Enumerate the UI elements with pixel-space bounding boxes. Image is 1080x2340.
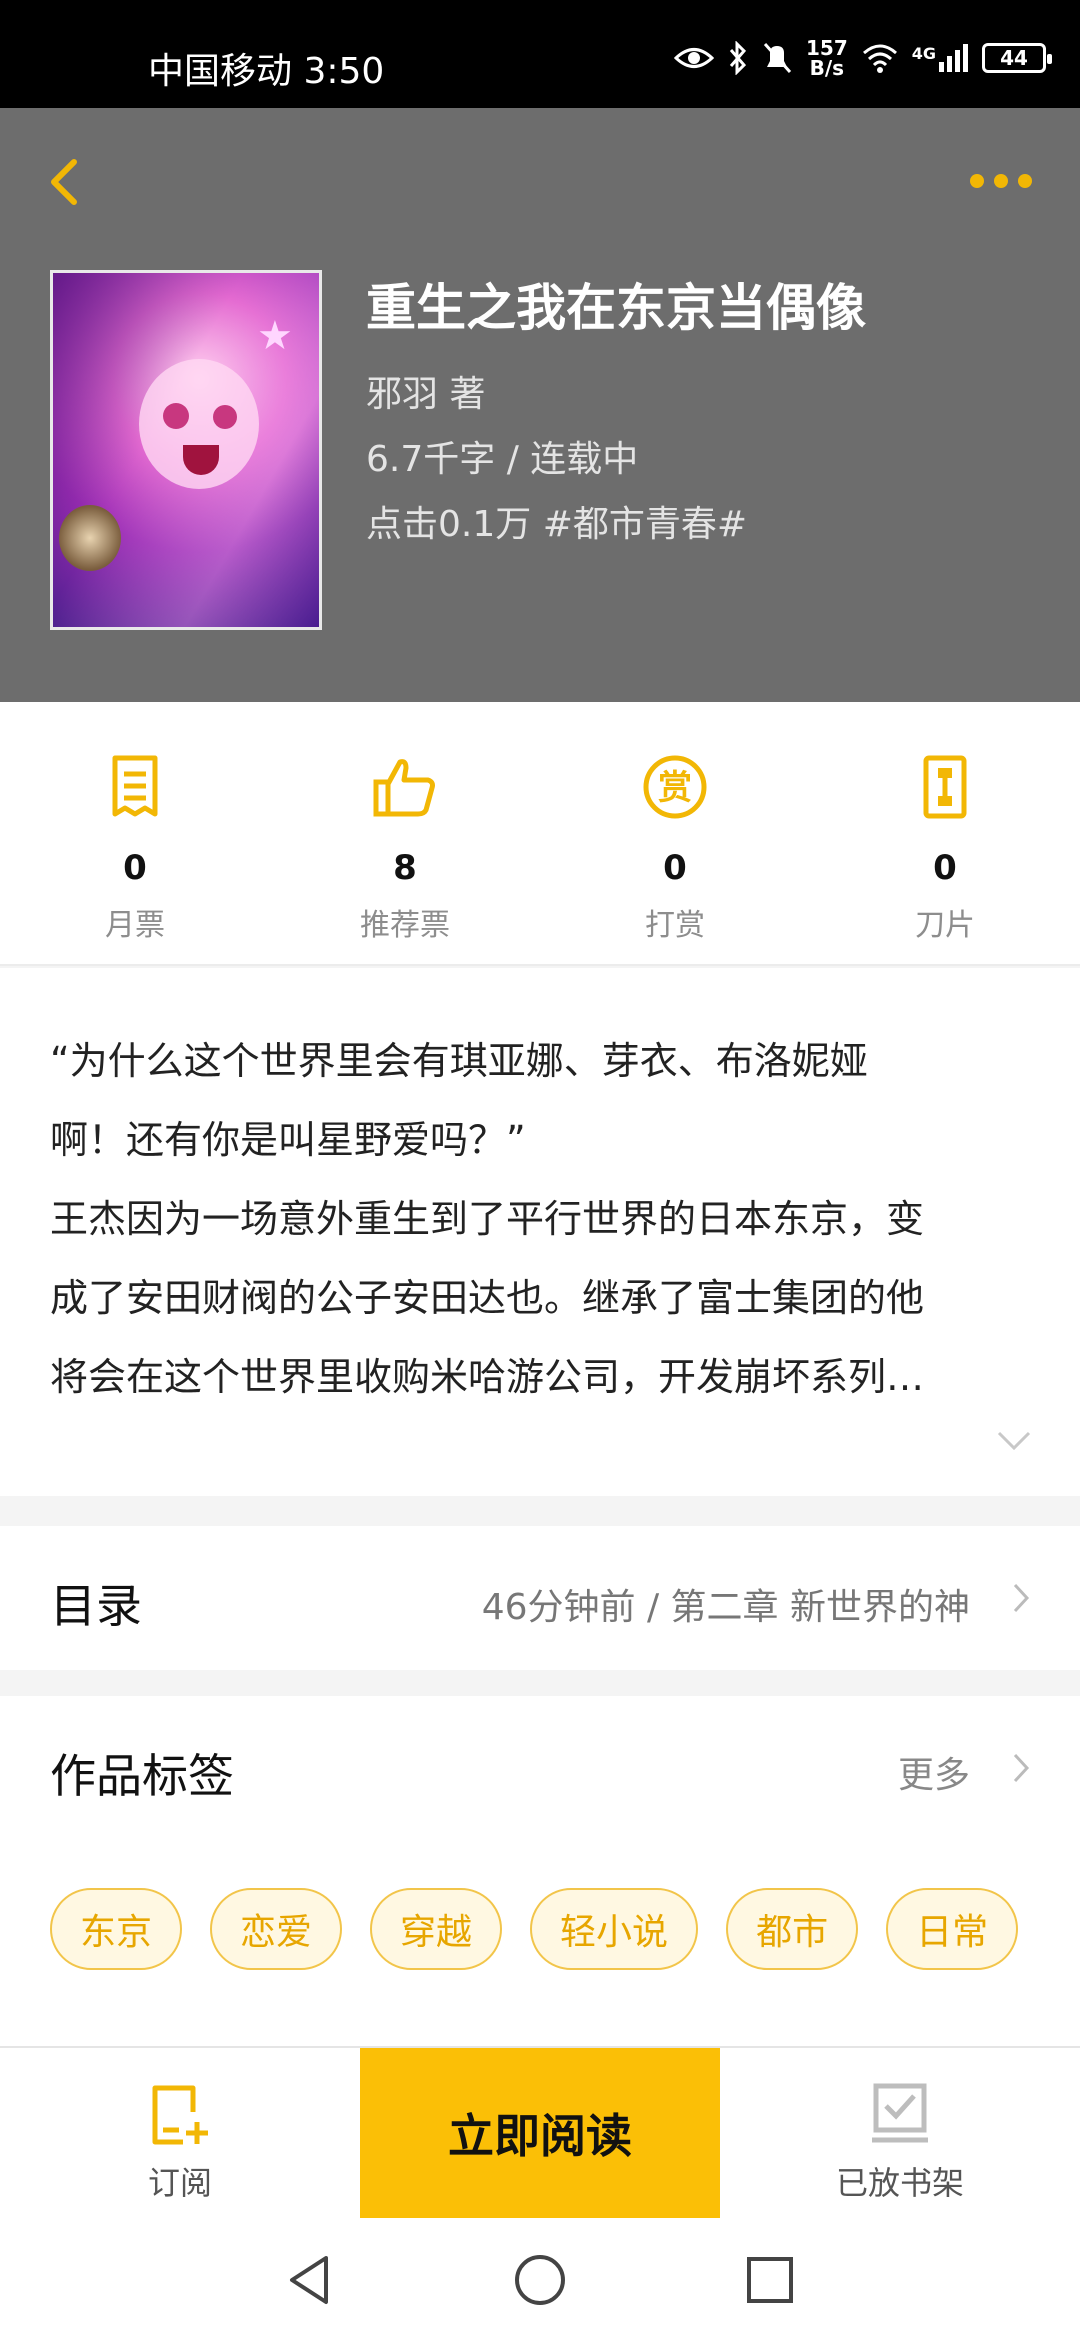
subscribe-button[interactable]: 订阅 bbox=[90, 2048, 270, 2222]
synopsis-line: 成了安田财阀的公子安田达也。继承了富士集团的他 bbox=[50, 1276, 925, 1320]
stat-blade[interactable]: 0 刀片 bbox=[855, 752, 1035, 944]
tag-chip[interactable]: 恋爱 bbox=[210, 1888, 343, 1970]
synopsis-section[interactable]: “为什么这个世界里会有琪亚娜、芽衣、布洛妮娅 啊！还有你是叫星野爱吗？” 王杰因… bbox=[0, 968, 1080, 1496]
chevron-right-icon[interactable] bbox=[1012, 1752, 1030, 1784]
eye-icon bbox=[673, 48, 714, 68]
tag-list: 东京 恋爱 穿越 轻小说 都市 日常 bbox=[50, 1888, 1050, 1970]
catalog-title: 目录 bbox=[50, 1579, 142, 1633]
chevron-left-icon[interactable] bbox=[40, 146, 96, 216]
book-word-count: 6.7千字 / 连载中 bbox=[366, 439, 639, 480]
synopsis-line: “为什么这个世界里会有琪亚娜、芽衣、布洛妮娅 bbox=[50, 1039, 868, 1083]
system-nav-bar bbox=[0, 2220, 1080, 2340]
net-speed: 157 B/s bbox=[806, 38, 848, 78]
net-speed-value: 157 bbox=[805, 36, 848, 60]
status-bar: 中国移动 3:50 157 B/s 4G 44 bbox=[0, 0, 1080, 108]
bookshelf-label: 已放书架 bbox=[835, 2164, 964, 2202]
network-type: 4G bbox=[911, 44, 936, 63]
subscribe-icon bbox=[152, 2085, 208, 2145]
nav-recents-icon[interactable] bbox=[740, 2250, 800, 2310]
subscribe-label: 订阅 bbox=[147, 2164, 212, 2202]
reward-coin-icon: 赏 bbox=[643, 755, 707, 819]
bookshelf-button[interactable]: 已放书架 bbox=[810, 2048, 990, 2222]
book-title: 重生之我在东京当偶像 bbox=[366, 279, 866, 337]
book-author[interactable]: 邪羽 著 bbox=[366, 365, 485, 417]
stat-label: 月票 bbox=[105, 908, 165, 943]
battery-level: 44 bbox=[1000, 46, 1028, 70]
tag-chip[interactable]: 东京 bbox=[50, 1888, 183, 1970]
chevron-right-icon bbox=[1013, 1583, 1030, 1613]
tags-section: 作品标签 更多 东京 恋爱 穿越 轻小说 都市 日常 bbox=[0, 1696, 1080, 2046]
book-cover[interactable]: ★ bbox=[50, 270, 322, 630]
svg-text:赏: 赏 bbox=[658, 768, 692, 808]
stat-label: 刀片 bbox=[915, 908, 975, 943]
tag-chip[interactable]: 轻小说 bbox=[530, 1888, 699, 1970]
read-now-button[interactable]: 立即阅读 bbox=[360, 2048, 720, 2218]
stat-recommend-ticket[interactable]: 8 推荐票 bbox=[315, 752, 495, 944]
latest-chapter: 46分钟前 / 第二章 新世界的神 bbox=[481, 1587, 970, 1628]
wifi-icon bbox=[862, 44, 897, 73]
bookshelf-check-icon bbox=[872, 2083, 928, 2143]
status-icons: 157 B/s 4G 44 bbox=[673, 36, 1052, 80]
nav-back-icon[interactable] bbox=[280, 2250, 340, 2310]
stat-label: 推荐票 bbox=[360, 908, 450, 943]
book-header: ★ 重生之我在东京当偶像 邪羽 著 6.7千字 / 连载中 点击0.1万 #都市… bbox=[0, 108, 1080, 702]
stat-value: 0 bbox=[123, 848, 147, 888]
tag-chip[interactable]: 都市 bbox=[726, 1888, 859, 1970]
synopsis-text: “为什么这个世界里会有琪亚娜、芽衣、布洛妮娅 啊！还有你是叫星野爱吗？” 王杰因… bbox=[50, 1022, 1030, 1417]
mute-bell-icon bbox=[763, 43, 792, 73]
carrier-time: 中国移动 3:50 bbox=[148, 51, 385, 92]
nav-home-icon[interactable] bbox=[510, 2250, 570, 2310]
stat-value: 8 bbox=[393, 848, 417, 888]
bluetooth-icon bbox=[729, 41, 747, 75]
more-dots-icon[interactable] bbox=[970, 166, 1040, 196]
synopsis-line: 王杰因为一场意外重生到了平行世界的日本东京，变 bbox=[50, 1197, 925, 1241]
stats-row: 0 月票 8 推荐票 赏 0 打赏 0 刀片 bbox=[0, 702, 1080, 966]
battery-icon: 44 bbox=[982, 43, 1052, 73]
tag-chip[interactable]: 穿越 bbox=[370, 1888, 503, 1970]
synopsis-line: 将会在这个世界里收购米哈游公司，开发崩坏系列… bbox=[50, 1355, 925, 1399]
synopsis-line: 啊！还有你是叫星野爱吗？” bbox=[50, 1118, 526, 1162]
blade-icon bbox=[923, 755, 967, 819]
book-detail-page: 中国移动 3:50 157 B/s 4G 44 ★ 重生之我在东京当偶像 邪羽 … bbox=[0, 0, 1080, 2340]
stat-label: 打赏 bbox=[645, 908, 705, 943]
stat-monthly-ticket[interactable]: 0 月票 bbox=[45, 752, 225, 944]
book-clicks-category: 点击0.1万 #都市青春# bbox=[366, 504, 748, 545]
signal-icon: 4G bbox=[912, 44, 968, 72]
stat-reward[interactable]: 赏 0 打赏 bbox=[585, 752, 765, 944]
chevron-down-icon[interactable] bbox=[996, 1430, 1032, 1452]
stat-value: 0 bbox=[663, 848, 687, 888]
tags-more-link[interactable]: 更多 bbox=[898, 1746, 970, 1798]
thumbs-up-icon bbox=[373, 759, 435, 817]
ticket-icon bbox=[112, 755, 158, 817]
catalog-row[interactable]: 目录 46分钟前 / 第二章 新世界的神 bbox=[0, 1526, 1080, 1670]
stat-value: 0 bbox=[933, 848, 957, 888]
net-speed-unit: B/s bbox=[809, 56, 845, 80]
tags-title: 作品标签 bbox=[50, 1749, 234, 1803]
tag-chip[interactable]: 日常 bbox=[886, 1888, 1019, 1970]
